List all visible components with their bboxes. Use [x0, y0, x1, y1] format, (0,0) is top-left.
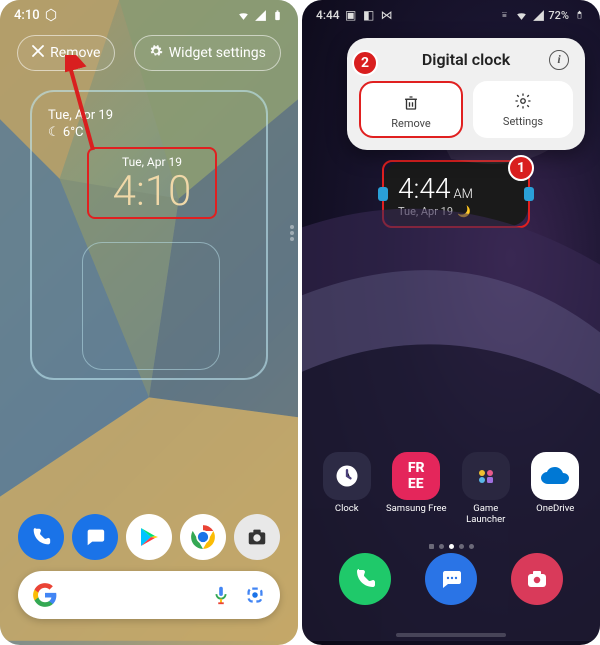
clock-app[interactable]: Clock [316, 452, 378, 525]
status-bar: 4:10 [0, 0, 298, 30]
remove-label: Remove [50, 45, 100, 61]
remove-button[interactable]: Remove [17, 35, 115, 71]
status-time: 4:44 [316, 8, 340, 22]
weather-temp: 6°C [63, 125, 84, 140]
status-app-icon-3: ⋈ [380, 8, 394, 22]
gear-icon [149, 44, 163, 62]
chrome-app[interactable] [180, 514, 226, 560]
widget-context-popup: Digital clock i Remove Settings [347, 38, 585, 150]
mic-icon[interactable] [210, 584, 232, 606]
home-apps-row: Clock FREE Samsung Free Game Launcher On… [302, 452, 600, 525]
camera-app[interactable] [234, 514, 280, 560]
clock-time: 4:10 [93, 169, 211, 215]
widget-settings-label: Widget settings [169, 45, 266, 61]
battery-icon [572, 8, 586, 22]
annotation-badge-1: 1 [508, 155, 534, 181]
moon-icon: ☾ [48, 125, 60, 140]
samsung-phone-screen: 4:44 ▣ ◧ ⋈ ⩸ 72% 2 Digital clock i Remov… [302, 0, 600, 645]
onedrive-app[interactable]: OneDrive [524, 452, 586, 525]
popup-settings-label: Settings [503, 115, 543, 128]
weather-snippet: Tue, Apr 19 ☾ 6°C [48, 108, 250, 142]
status-bar: 4:44 ▣ ◧ ⋈ ⩸ 72% [302, 0, 600, 30]
popup-remove-label: Remove [391, 117, 431, 130]
widget-resize-box[interactable] [82, 242, 220, 370]
messages-app[interactable] [425, 553, 477, 605]
widget-settings-button[interactable]: Widget settings [134, 35, 281, 71]
popup-remove-button[interactable]: Remove [359, 81, 463, 138]
volte-icon: ⩸ [497, 8, 511, 22]
status-app-icon: ▣ [344, 8, 358, 22]
play-store-app[interactable] [126, 514, 172, 560]
wifi-icon [514, 8, 528, 22]
battery-text: 72% [548, 9, 569, 22]
gear-icon [513, 91, 533, 111]
pixel-phone-screen: 4:10 Remove Widget settings Tue, Apr 19 [0, 0, 298, 645]
status-app-icon-2: ◧ [362, 8, 376, 22]
dock [0, 514, 298, 560]
google-logo-icon [32, 582, 58, 608]
status-time: 4:10 [14, 8, 40, 23]
signal-icon [253, 8, 267, 22]
widget-selection-outline[interactable]: Tue, Apr 19 ☾ 6°C Tue, Apr 19 4:10 [30, 90, 268, 380]
clock-widget[interactable]: Tue, Apr 19 4:10 [87, 147, 217, 219]
lens-icon[interactable] [244, 584, 266, 606]
search-bar[interactable] [18, 571, 280, 619]
game-launcher-app[interactable]: Game Launcher [455, 452, 517, 525]
samsung-free-app[interactable]: FREE Samsung Free [385, 452, 447, 525]
page-indicator[interactable] [302, 544, 600, 549]
signal-icon [531, 8, 545, 22]
info-icon[interactable]: i [549, 50, 569, 70]
camera-app[interactable] [511, 553, 563, 605]
widget-edit-actions: Remove Widget settings [0, 35, 298, 71]
panel-drag-handle[interactable] [290, 225, 294, 241]
trash-icon [401, 93, 421, 113]
weather-date: Tue, Apr 19 [48, 108, 250, 125]
phone-app[interactable] [339, 553, 391, 605]
app-status-icon [44, 8, 58, 22]
close-icon [32, 45, 44, 61]
battery-icon [270, 8, 284, 22]
popup-title: Digital clock [422, 50, 510, 69]
messages-app[interactable] [72, 514, 118, 560]
annotation-badge-2: 2 [352, 50, 378, 76]
dock [302, 553, 600, 605]
popup-settings-button[interactable]: Settings [473, 81, 573, 138]
wifi-icon [236, 8, 250, 22]
phone-app[interactable] [18, 514, 64, 560]
